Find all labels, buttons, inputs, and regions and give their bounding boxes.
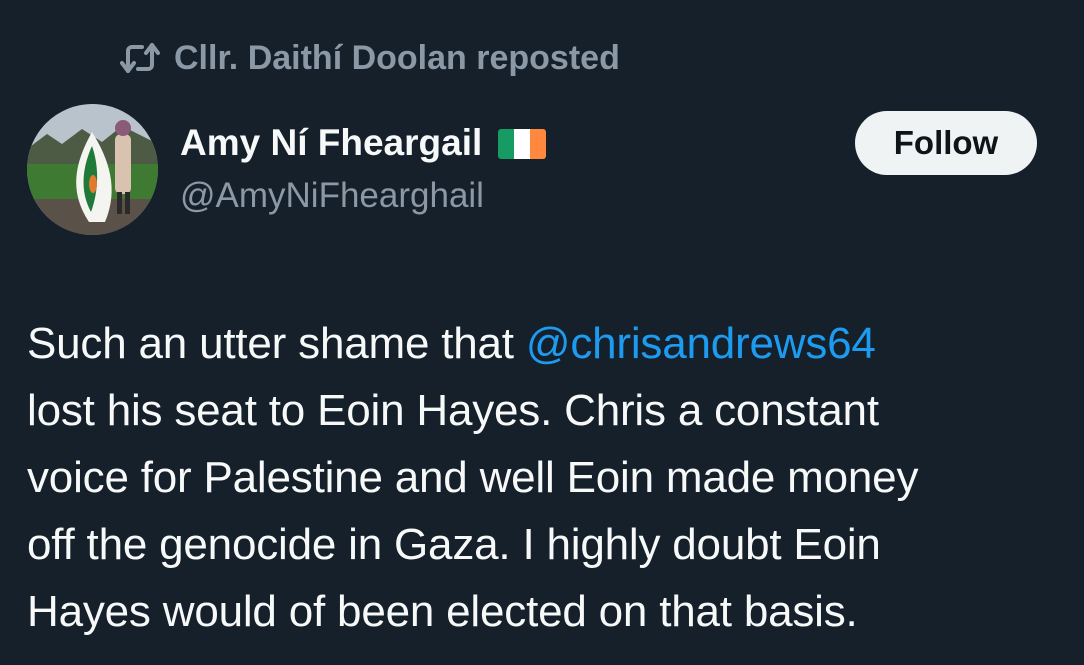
repost-context: Cllr. Daithí Doolan reposted <box>118 36 620 80</box>
avatar[interactable] <box>27 104 158 235</box>
tweet-line: lost his seat to Eoin Hayes. Chris a con… <box>27 386 879 435</box>
tweet-text: Such an utter shame that @chrisandrews64… <box>27 310 1067 645</box>
follow-button[interactable]: Follow <box>855 111 1037 175</box>
ireland-flag-icon <box>498 129 547 159</box>
mention-link[interactable]: @chrisandrews64 <box>526 319 876 368</box>
display-name-row: Amy Ní Fheargail <box>180 116 547 170</box>
tweet-text-segment: Such an utter shame that <box>27 319 526 368</box>
user-info: Amy Ní Fheargail @AmyNiFhearghail <box>180 116 547 216</box>
tweet-line: off the genocide in Gaza. I highly doubt… <box>27 520 881 569</box>
tweet-line: voice for Palestine and well Eoin made m… <box>27 453 919 502</box>
display-name[interactable]: Amy Ní Fheargail <box>180 122 482 164</box>
user-handle[interactable]: @AmyNiFhearghail <box>180 176 546 216</box>
repost-icon <box>118 36 162 80</box>
tweet-line: Such an utter shame that @chrisandrews64 <box>27 310 1067 377</box>
tweet-line: Hayes would of been elected on that basi… <box>27 587 858 636</box>
repost-label[interactable]: Cllr. Daithí Doolan reposted <box>174 39 620 78</box>
